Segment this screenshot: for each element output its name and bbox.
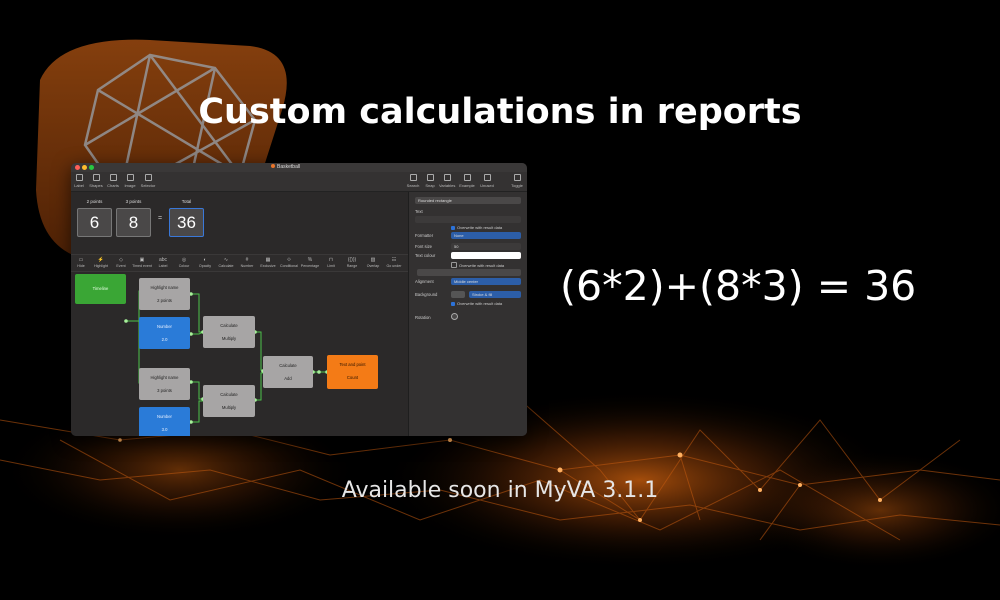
toolbar-snap-button[interactable]: Snap bbox=[422, 174, 438, 188]
toolbar-charts-button[interactable]: Charts bbox=[105, 174, 121, 188]
formatter-label: Formatter bbox=[415, 233, 434, 238]
rotation-label: Rotation bbox=[415, 315, 431, 320]
toolbar-example-button[interactable]: Example bbox=[459, 174, 475, 188]
charts-icon bbox=[109, 174, 117, 181]
zoom-window-icon[interactable] bbox=[89, 165, 94, 170]
overwrite-background-checkbox[interactable]: Overwrite with result data bbox=[451, 301, 502, 306]
node-number-3[interactable]: Number 3.0 bbox=[139, 407, 190, 436]
toolbar-search-button[interactable]: Search bbox=[405, 174, 421, 188]
node-calculate-multiply-2[interactable]: Calculate Multiply bbox=[203, 385, 255, 417]
search-icon bbox=[409, 174, 417, 181]
shapes-icon bbox=[92, 174, 100, 181]
unused-icon bbox=[483, 174, 491, 181]
background-swatch[interactable] bbox=[451, 291, 465, 298]
snap-icon bbox=[426, 174, 434, 181]
toolbar-label-button[interactable]: Label bbox=[71, 174, 87, 188]
node-timeline[interactable]: Timeline bbox=[75, 274, 126, 304]
node-text-and-point[interactable]: Text and point Count bbox=[327, 355, 378, 389]
availability-text: Available soon in MyVA 3.1.1 bbox=[341, 478, 659, 503]
node-highlight-3-points[interactable]: Highlight name 3 points bbox=[139, 368, 190, 400]
selector-icon bbox=[144, 174, 152, 181]
font-size-input[interactable]: 50 bbox=[451, 243, 521, 250]
canvas[interactable]: 2 points 3 points Total 6 8 = 36 ▭ Hide ⚡… bbox=[71, 192, 408, 436]
label-icon bbox=[75, 174, 83, 181]
alignment-select[interactable]: Middle center bbox=[451, 278, 521, 285]
text-input[interactable] bbox=[415, 216, 521, 223]
inspector-sidebar: Rounded rectangle Text Overwrite with re… bbox=[408, 192, 527, 436]
toolbar: Label Shapes Charts Image Selector Searc… bbox=[71, 172, 527, 192]
font-size-label: Font size bbox=[415, 244, 432, 249]
text-colour-swatch[interactable] bbox=[451, 252, 521, 259]
style-segmented-control[interactable] bbox=[417, 269, 521, 276]
alignment-label: Alignment bbox=[415, 279, 434, 284]
equation-text: (6*2)+(8*3) = 36 bbox=[560, 262, 917, 310]
toggle-icon bbox=[513, 174, 521, 181]
title-bar: Basketball bbox=[71, 163, 527, 172]
app-window: Basketball Label Shapes Charts Image Sel… bbox=[71, 163, 527, 436]
toolbar-variables-button[interactable]: Variables bbox=[439, 174, 455, 188]
node-calculate-add[interactable]: Calculate Add bbox=[263, 356, 313, 388]
overwrite-colour-checkbox[interactable]: Overwrite with result data bbox=[451, 262, 504, 268]
node-number-2[interactable]: Number 2.0 bbox=[139, 317, 190, 349]
node-calculate-multiply-1[interactable]: Calculate Multiply bbox=[203, 316, 255, 348]
toolbar-image-button[interactable]: Image bbox=[122, 174, 138, 188]
minimize-window-icon[interactable] bbox=[82, 165, 87, 170]
variables-icon bbox=[443, 174, 451, 181]
toolbar-toggle-button[interactable]: Toggle bbox=[509, 174, 525, 188]
rotation-knob-icon[interactable] bbox=[451, 313, 458, 320]
text-colour-label: Text colour bbox=[415, 253, 436, 258]
overwrite-text-checkbox[interactable]: Overwrite with result data bbox=[451, 225, 502, 230]
node-highlight-2-points[interactable]: Highlight name 2 points bbox=[139, 278, 190, 310]
toolbar-unused-button[interactable]: Unused bbox=[479, 174, 495, 188]
window-title: Basketball bbox=[271, 164, 300, 170]
close-window-icon[interactable] bbox=[75, 165, 80, 170]
background-select[interactable]: Stroke & fill bbox=[469, 291, 521, 298]
headline: Custom calculations in reports bbox=[198, 92, 802, 132]
image-icon bbox=[126, 174, 134, 181]
example-icon bbox=[463, 174, 471, 181]
formatter-select[interactable]: None bbox=[451, 232, 521, 239]
toolbar-selector-button[interactable]: Selector bbox=[140, 174, 156, 188]
shape-select[interactable]: Rounded rectangle bbox=[415, 197, 521, 204]
background-label: Background bbox=[415, 292, 438, 297]
text-label: Text bbox=[415, 209, 423, 214]
toolbar-shapes-button[interactable]: Shapes bbox=[88, 174, 104, 188]
